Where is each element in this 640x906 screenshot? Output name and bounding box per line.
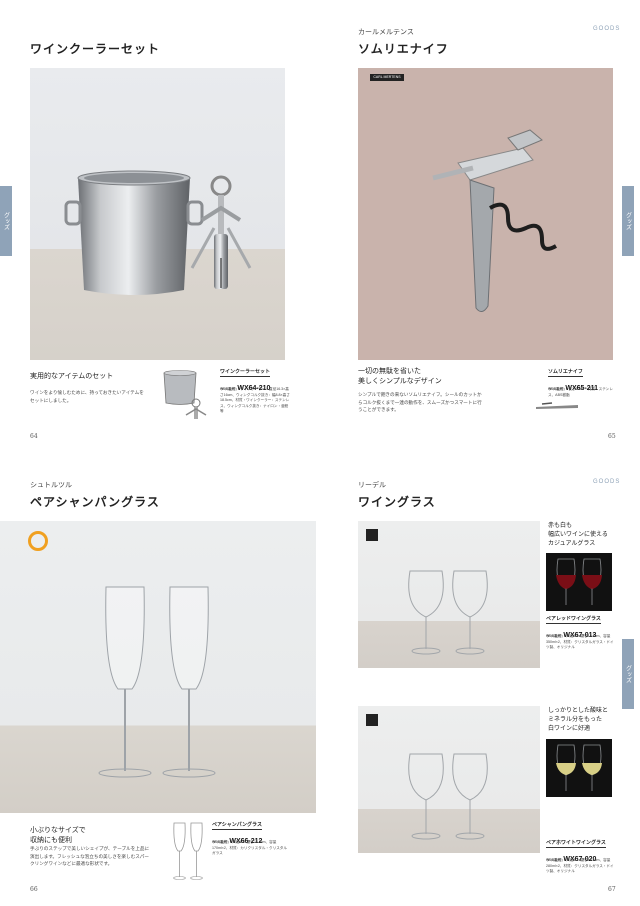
catch-copy: 赤も白も 幅広いワインに使える カジュアルグラス bbox=[548, 522, 608, 547]
champagne-glass-photo bbox=[0, 521, 316, 813]
product-name: ソムリエナイフ bbox=[548, 369, 583, 377]
page-title: ソムリエナイフ bbox=[358, 42, 449, 56]
page-number: 65 bbox=[608, 433, 616, 440]
product-name: ペアホワイトワイングラス bbox=[546, 840, 606, 848]
page-64: ワインクーラーセット グッズ 実用的なアイテムのセット ワインをより愉しむために… bbox=[0, 0, 320, 453]
brand-name: シュトルツル bbox=[30, 481, 72, 489]
product-name: ペアレッドワイングラス bbox=[546, 616, 601, 624]
description: 手ぶりのステップで美しいシェイプが、テーブルを上品に演出します。フレッシュな泡立… bbox=[30, 847, 150, 867]
white-wine-glass-photo bbox=[358, 706, 540, 853]
catch-copy: 小ぶりなサイズで 収納にも便利 bbox=[30, 826, 86, 844]
product-thumbnail bbox=[160, 367, 212, 425]
goods-label: GOODS bbox=[593, 26, 621, 32]
category-tab[interactable]: グッズ bbox=[0, 186, 12, 256]
sommelier-knife-photo: CARL MERTENS bbox=[358, 68, 613, 360]
page-title: ワイングラス bbox=[358, 495, 436, 509]
catch-copy: 実用的なアイテムのセット bbox=[30, 372, 114, 380]
wine-cooler-photo bbox=[30, 68, 285, 360]
product-spec: サイズ(約)・長さ12cm・材質：ステンレス、ABS樹脂 bbox=[548, 387, 613, 397]
description: シンプルで飽きの来ないソムリエナイフ。シールのカットからコルク抜くまで一連の動作… bbox=[358, 393, 482, 413]
goods-label: GOODS bbox=[593, 479, 621, 485]
product-name: ペアシャンパングラス bbox=[212, 822, 262, 830]
category-tab[interactable]: グッズ bbox=[622, 639, 634, 709]
white-wine-thumbnail bbox=[546, 739, 612, 797]
page-number: 67 bbox=[608, 886, 616, 893]
product-spec: サイズ(約)・口径8.1×高さ19.5cm、容量280ml×2、材質：クリスタル… bbox=[546, 858, 614, 874]
page-65: カールメルテンス ソムリエナイフ GOODS グッズ CARL MERTENS … bbox=[320, 0, 640, 453]
product-spec: サイズ(約)・口径8.9×高さ19.5cm、容量350ml×2、材質：クリスタル… bbox=[546, 634, 614, 650]
product-spec: サイズ(約)・口径4.5×高さ22.5cm、容量170ml×2、材質：カリクリス… bbox=[212, 840, 287, 856]
brand-name: リーデル bbox=[358, 481, 386, 489]
product-thumbnail bbox=[168, 821, 208, 883]
description: ワインをより愉しむために、持っておきたいアイテムをセットにしました。 bbox=[30, 391, 144, 404]
page-number: 64 bbox=[30, 433, 38, 440]
page-number: 66 bbox=[30, 886, 38, 893]
brand-name: カールメルテンス bbox=[358, 28, 414, 36]
red-wine-thumbnail bbox=[546, 553, 612, 611]
product-name: ワインクーラーセット bbox=[220, 369, 271, 377]
product-thumbnail bbox=[532, 398, 582, 410]
category-tab[interactable]: グッズ bbox=[622, 186, 634, 256]
product-spec: サイズ(約)・ワインクーラー：直径16.3×高さ16cm、ウィングコルク抜き：幅… bbox=[220, 387, 290, 414]
page-title: ワインクーラーセット bbox=[30, 42, 161, 56]
page-title: ペアシャンパングラス bbox=[30, 495, 160, 509]
page-67: リーデル ワイングラス GOODS グッズ 赤も白も 幅広いワインに使える カジ… bbox=[320, 453, 640, 906]
page-66: シュトルツル ペアシャンパングラス グッズ 小ぶりなサイズで 収納にも便利 手ぶ… bbox=[0, 453, 320, 906]
red-wine-glass-photo bbox=[358, 521, 540, 668]
catch-copy: 一切の無駄を省いた 美しくシンプルなデザイン bbox=[358, 367, 442, 385]
catch-copy: しっかりとした酸味と ミネラル分をもった 白ワインに好適 bbox=[548, 707, 609, 732]
